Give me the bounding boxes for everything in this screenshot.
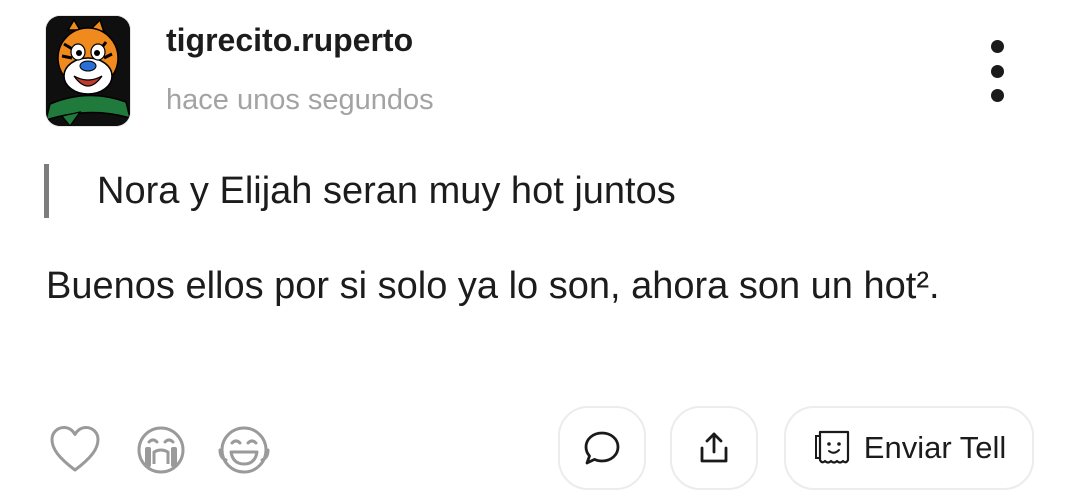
laughing-face-icon[interactable] xyxy=(218,424,270,476)
menu-dot xyxy=(990,89,1004,102)
menu-dot xyxy=(990,64,1004,78)
menu-dot xyxy=(990,40,1004,53)
heart-icon[interactable] xyxy=(49,424,101,476)
comment-bubble-icon xyxy=(584,431,620,465)
avatar[interactable] xyxy=(46,16,130,126)
quoted-text: Nora y Elijah seran muy hot juntos xyxy=(44,164,676,218)
share-button[interactable] xyxy=(670,406,758,490)
send-tell-button[interactable]: Enviar Tell xyxy=(784,406,1034,490)
send-tell-label: Enviar Tell xyxy=(863,430,1007,465)
crying-face-icon[interactable] xyxy=(135,424,187,476)
username[interactable]: tigrecito.ruperto xyxy=(166,22,413,59)
comment-button[interactable] xyxy=(558,406,646,490)
post-body: Buenos ellos por si solo ya lo son, ahor… xyxy=(46,265,940,307)
tell-note-icon xyxy=(814,430,849,464)
share-upload-icon xyxy=(700,432,728,463)
tiger-mascot-avatar xyxy=(46,16,130,126)
more-vertical-icon[interactable] xyxy=(974,36,1020,106)
post-timestamp: hace unos segundos xyxy=(166,84,434,116)
